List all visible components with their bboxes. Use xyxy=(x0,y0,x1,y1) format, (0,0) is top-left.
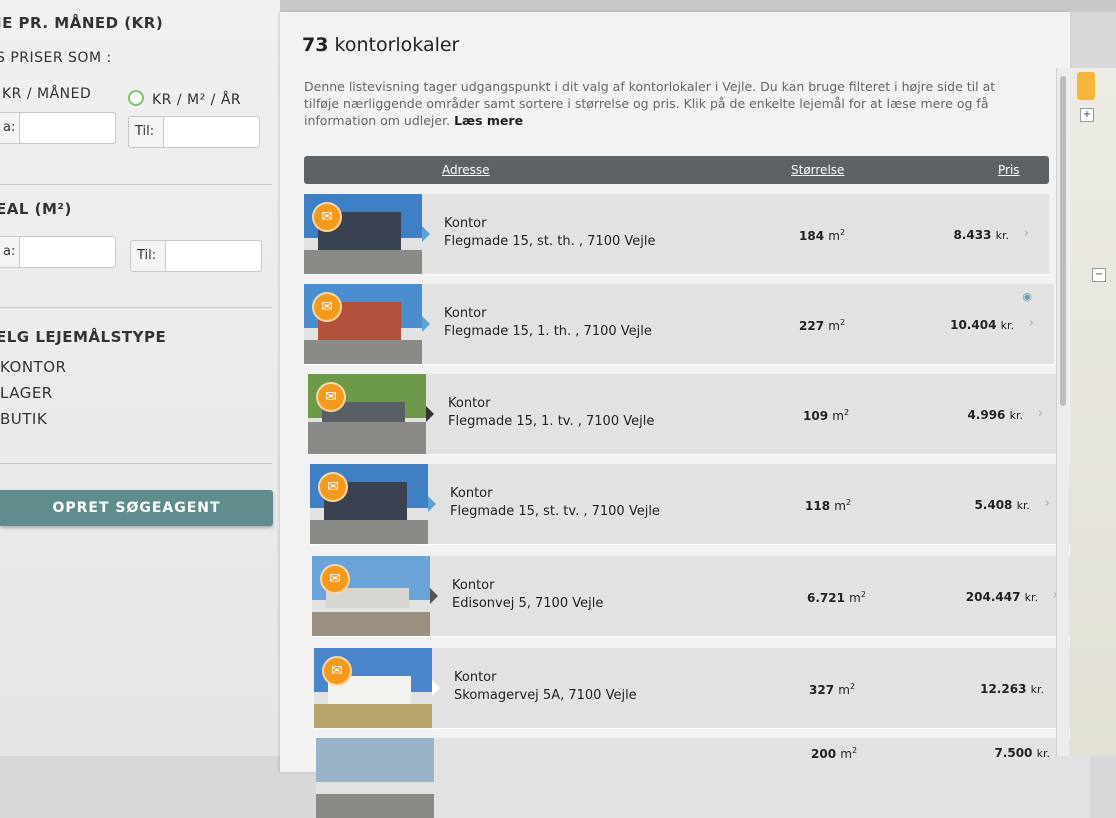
table-row[interactable]: ✉ Kontor Flegmade 15, 1. th. , 7100 Vejl… xyxy=(304,284,1054,364)
listing-price: 8.433 kr. xyxy=(953,228,1009,242)
chevron-right-icon: › xyxy=(1028,316,1034,331)
type-lager[interactable]: LAGER xyxy=(0,384,53,402)
chevron-right-icon: › xyxy=(1044,496,1050,511)
listing-price: 12.263 kr. xyxy=(980,682,1044,696)
filter-panel: JE PR. MÅNED (KR) S PRISER SOM : KR / MÅ… xyxy=(0,0,280,756)
table-header: Adresse Størrelse Pris xyxy=(304,156,1049,184)
listing-price: 4.996 kr. xyxy=(967,408,1023,422)
area-from-input[interactable] xyxy=(19,236,116,268)
listing-size: 200 m2 xyxy=(811,746,858,761)
option-m2-year[interactable]: KR / M² / ÅR xyxy=(152,92,241,108)
chevron-right-icon: › xyxy=(1037,406,1043,421)
price-to-field[interactable]: Til: xyxy=(128,116,260,148)
listing-size: 327 m2 xyxy=(809,682,856,697)
results-count: 73 kontorlokaler xyxy=(302,34,459,56)
scrollbar-thumb[interactable] xyxy=(1060,76,1066,406)
option-monthly[interactable]: KR / MÅNED xyxy=(2,86,91,102)
notch xyxy=(422,226,430,242)
mail-icon[interactable]: ✉ xyxy=(322,656,352,686)
type-butik[interactable]: BUTIK xyxy=(0,410,47,428)
listing-size: 184 m2 xyxy=(799,228,846,243)
divider xyxy=(0,463,272,464)
listing-address: Edisonvej 5, 7100 Vejle xyxy=(452,596,604,611)
mail-icon[interactable]: ✉ xyxy=(312,202,342,232)
listing-size: 6.721 m2 xyxy=(807,590,866,605)
listing-address: Skomagervej 5A, 7100 Vejle xyxy=(454,688,637,703)
eye-icon: ◉ xyxy=(1022,290,1032,303)
listing-size: 118 m2 xyxy=(805,498,852,513)
create-search-agent-button[interactable]: OPRET SØGEAGENT xyxy=(0,490,273,526)
listing-address: Flegmade 15, 1. tv. , 7100 Vejle xyxy=(448,414,655,429)
notch xyxy=(432,680,440,696)
zoom-out-button[interactable]: − xyxy=(1092,268,1106,282)
area-heading: EAL (M²) xyxy=(0,200,72,218)
chevron-right-icon: › xyxy=(1023,226,1029,241)
listing-address: Flegmade 15, st. tv. , 7100 Vejle xyxy=(450,504,660,519)
listing-type: Kontor xyxy=(452,578,495,593)
type-heading: ELG LEJEMÅLSTYPE xyxy=(0,328,167,346)
sort-size[interactable]: Størrelse xyxy=(791,163,844,177)
pegman-icon[interactable] xyxy=(1077,72,1095,100)
price-to-label: Til: xyxy=(135,124,155,139)
results-count-number: 73 xyxy=(302,34,329,56)
mail-icon[interactable]: ✉ xyxy=(312,292,342,322)
listing-size: 109 m2 xyxy=(803,408,850,423)
price-to-input[interactable] xyxy=(163,116,260,148)
price-from-field[interactable]: a: xyxy=(0,112,116,144)
table-row[interactable]: ✉ Kontor Flegmade 15, st. th. , 7100 Vej… xyxy=(304,194,1049,274)
price-heading: JE PR. MÅNED (KR) xyxy=(0,14,164,32)
area-from-label: a: xyxy=(3,244,16,259)
listing-type: Kontor xyxy=(444,306,487,321)
map[interactable] xyxy=(1070,68,1116,756)
listing-price: 7.500 kr. xyxy=(994,746,1050,760)
results-panel: 73 kontorlokaler Denne listevisning tage… xyxy=(280,12,1090,818)
mail-icon[interactable]: ✉ xyxy=(316,382,346,412)
area-to-field[interactable]: Til: xyxy=(130,240,262,272)
top-bar xyxy=(280,0,1116,12)
intro-paragraph: Denne listevisning tager udgangspunkt i … xyxy=(304,79,996,128)
listing-photo xyxy=(316,738,434,818)
listing-type: Kontor xyxy=(448,396,491,411)
divider xyxy=(0,184,272,185)
table-row[interactable]: ✉ Kontor Flegmade 15, 1. tv. , 7100 Vejl… xyxy=(308,374,1063,454)
table-row[interactable]: ✉ Kontor Skomagervej 5A, 7100 Vejle 327 … xyxy=(314,648,1084,728)
listing-address: Flegmade 15, 1. th. , 7100 Vejle xyxy=(444,324,652,339)
area-to-label: Til: xyxy=(137,248,157,263)
mail-icon[interactable]: ✉ xyxy=(320,564,350,594)
sort-price[interactable]: Pris xyxy=(998,163,1020,177)
read-more-link[interactable]: Læs mere xyxy=(454,113,523,128)
price-from-label: a: xyxy=(3,120,16,135)
show-prices-label: S PRISER SOM : xyxy=(0,50,112,66)
notch xyxy=(430,588,438,604)
zoom-in-button[interactable]: + xyxy=(1080,108,1094,122)
notch xyxy=(426,406,434,422)
listing-price: 5.408 kr. xyxy=(974,498,1030,512)
divider xyxy=(0,307,272,308)
listing-price: 204.447 kr. xyxy=(965,590,1038,604)
results-count-label: kontorlokaler xyxy=(334,34,460,56)
area-from-field[interactable]: a: xyxy=(0,236,116,268)
table-row[interactable]: ✉ Kontor Flegmade 15, st. tv. , 7100 Vej… xyxy=(310,464,1070,544)
notch xyxy=(422,316,430,332)
table-row[interactable]: 200 m2 7.500 kr. › xyxy=(316,738,1090,818)
listing-type: Kontor xyxy=(454,670,497,685)
sort-address[interactable]: Adresse xyxy=(442,163,490,177)
table-row[interactable]: ✉ Kontor Edisonvej 5, 7100 Vejle 6.721 m… xyxy=(312,556,1078,636)
radio-m2-year[interactable] xyxy=(128,90,144,106)
area-to-input[interactable] xyxy=(165,240,262,272)
listing-type: Kontor xyxy=(444,216,487,231)
notch xyxy=(428,496,436,512)
type-kontor[interactable]: KONTOR xyxy=(0,358,66,376)
price-from-input[interactable] xyxy=(19,112,116,144)
listing-type: Kontor xyxy=(450,486,493,501)
listing-address: Flegmade 15, st. th. , 7100 Vejle xyxy=(444,234,656,249)
listing-size: 227 m2 xyxy=(799,318,846,333)
intro-text: Denne listevisning tager udgangspunkt i … xyxy=(304,78,1024,129)
scrollbar[interactable] xyxy=(1056,68,1069,756)
listing-price: 10.404 kr. xyxy=(950,318,1014,332)
mail-icon[interactable]: ✉ xyxy=(318,472,348,502)
